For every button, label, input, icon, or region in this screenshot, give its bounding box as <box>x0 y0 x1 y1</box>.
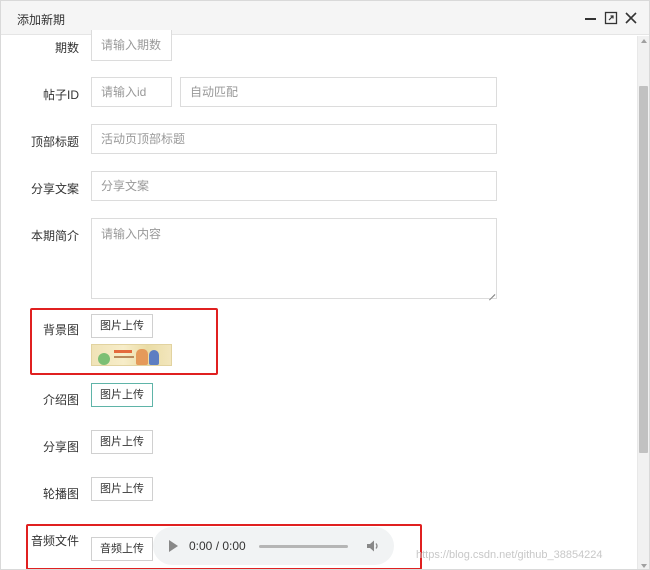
post-id-label: 帖子ID <box>42 88 79 102</box>
intro-image-upload-button[interactable]: 图片上传 <box>91 383 153 407</box>
carousel-image-label: 轮播图 <box>42 487 79 501</box>
background-image-upload-button[interactable]: 图片上传 <box>91 314 153 338</box>
share-text-label: 分享文案 <box>30 182 79 196</box>
play-icon[interactable] <box>169 540 178 552</box>
textarea-resize-handle[interactable] <box>487 288 495 296</box>
period-label: 期数 <box>54 41 79 55</box>
share-text-input[interactable] <box>91 171 497 201</box>
carousel-image-upload-button[interactable]: 图片上传 <box>91 477 153 501</box>
close-icon[interactable] <box>623 10 639 26</box>
audio-file-label: 音频文件 <box>30 534 79 548</box>
top-title-label: 顶部标题 <box>30 135 79 149</box>
watermark-text: https://blog.csdn.net/github_38854224 <box>416 549 603 561</box>
intro-label: 本期简介 <box>30 229 79 243</box>
period-input[interactable] <box>91 30 172 61</box>
background-image-label: 背景图 <box>42 323 79 337</box>
share-image-label: 分享图 <box>42 440 79 454</box>
maximize-icon[interactable] <box>603 10 619 26</box>
audio-player: 0:00 / 0:00 <box>153 527 394 565</box>
add-period-dialog: 添加新期 期数 帖子ID 顶部标题 分享文案 本期简介 背景图 图片上传 介绍图… <box>0 0 650 570</box>
audio-progress-track[interactable] <box>259 545 348 548</box>
volume-icon[interactable] <box>365 538 381 554</box>
post-auto-match-input[interactable] <box>180 77 497 107</box>
dialog-title: 添加新期 <box>17 13 66 27</box>
scrollbar-thumb[interactable] <box>639 86 648 453</box>
vertical-scrollbar[interactable] <box>637 36 649 569</box>
audio-upload-button[interactable]: 音频上传 <box>91 537 153 561</box>
scroll-down-icon[interactable] <box>641 564 647 568</box>
intro-image-label: 介绍图 <box>42 393 79 407</box>
minimize-icon[interactable] <box>583 10 599 26</box>
share-image-upload-button[interactable]: 图片上传 <box>91 430 153 454</box>
audio-time: 0:00 / 0:00 <box>189 539 246 553</box>
background-image-thumbnail[interactable] <box>91 344 172 366</box>
post-id-input[interactable] <box>91 77 172 107</box>
top-title-input[interactable] <box>91 124 497 154</box>
intro-textarea[interactable] <box>91 218 497 299</box>
scroll-up-icon[interactable] <box>641 39 647 43</box>
